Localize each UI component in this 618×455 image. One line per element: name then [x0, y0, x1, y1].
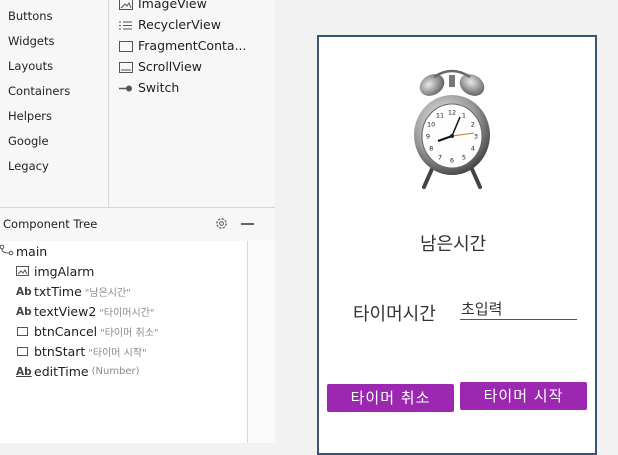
cancel-timer-button[interactable]: 타이머 취소 [327, 384, 454, 412]
tree-node-btnstart[interactable]: btnStart "타이머 시작" [16, 344, 147, 359]
palette-item-recyclerview[interactable]: RecyclerView [119, 17, 221, 32]
image-icon [119, 0, 133, 10]
tree-node-edittime[interactable]: Ab editTime (Number) [16, 364, 140, 379]
device-preview: 12 1 2 3 4 5 6 7 8 9 10 11 남은시간 타이머시간 초입력 타이머 취소 타이… [317, 35, 597, 455]
palette-item-fragmentcontainer[interactable]: FragmentConta... [119, 38, 246, 53]
palette-item-imageview[interactable]: ImageView [119, 0, 207, 11]
component-tree-title: Component Tree [3, 217, 98, 231]
timer-time-label: 타이머시간 [353, 304, 436, 325]
text-icon: Ab [16, 305, 32, 318]
tree-gutter [248, 241, 275, 443]
scroll-icon [119, 61, 133, 73]
palette-item-scrollview[interactable]: ScrollView [119, 59, 202, 74]
palette-item-label: Switch [138, 80, 180, 95]
palette-item-label: ImageView [138, 0, 207, 11]
clock-number: 4 [471, 145, 475, 153]
category-helpers[interactable]: Helpers [8, 109, 52, 123]
clock-number: 1 [462, 112, 466, 120]
palette-item-label: FragmentConta... [138, 38, 247, 53]
category-buttons[interactable]: Buttons [8, 9, 53, 23]
list-icon [119, 19, 133, 30]
edittext-icon: Ab [16, 365, 32, 378]
layout-icon [0, 244, 16, 259]
image-icon [16, 264, 34, 279]
alarm-clock-icon: 12 12 3 45678 9 1011 [414, 69, 490, 189]
category-layouts[interactable]: Layouts [8, 59, 53, 73]
time-input[interactable]: 초입력 [460, 297, 577, 320]
palette-categories: Buttons Widgets Layouts Containers Helpe… [0, 0, 109, 207]
gear-icon[interactable] [214, 216, 229, 235]
start-timer-button[interactable]: 타이머 시작 [460, 382, 587, 410]
component-tree-header: Component Tree [0, 207, 275, 242]
box-icon [119, 40, 133, 52]
text-icon: Ab [16, 285, 32, 298]
category-widgets[interactable]: Widgets [8, 34, 55, 48]
clock-number: 9 [426, 133, 430, 141]
alarm-clock-image[interactable]: 12 1 2 3 4 5 6 7 8 9 10 11 [412, 69, 492, 197]
palette-item-switch[interactable]: Switch [119, 80, 179, 95]
switch-icon [119, 82, 133, 93]
clock-number: 8 [429, 145, 433, 153]
tree-root-main[interactable]: main [0, 244, 47, 259]
tree-node-imgalarm[interactable]: imgAlarm [16, 264, 94, 279]
button-icon [17, 347, 28, 356]
category-containers[interactable]: Containers [8, 84, 70, 98]
clock-number: 6 [450, 157, 454, 165]
clock-number: 2 [471, 121, 475, 129]
tree-node-txttime[interactable]: Ab txtTime "남은시간" [16, 284, 131, 299]
palette-item-label: ScrollView [138, 59, 202, 74]
component-tree: main imgAlarm Ab txtTime "남은시간" Ab textView… [0, 241, 248, 443]
tree-node-textview2[interactable]: Ab textView2 "타이머시간" [16, 304, 155, 319]
palette-item-label: RecyclerView [138, 17, 221, 32]
remaining-time-label: 남은시간 [420, 234, 487, 255]
minimize-icon[interactable] [241, 223, 254, 225]
clock-number: 11 [436, 112, 444, 120]
clock-number: 5 [462, 153, 466, 161]
category-legacy[interactable]: Legacy [8, 159, 49, 173]
clock-number: 12 [448, 109, 456, 117]
tree-node-btncancel[interactable]: btnCancel "타이머 취소" [16, 324, 159, 339]
clock-number: 3 [474, 133, 478, 141]
time-input-placeholder: 초입력 [461, 300, 503, 318]
clock-number: 7 [438, 153, 442, 161]
palette-panel: Buttons Widgets Layouts Containers Helpe… [0, 0, 275, 207]
category-google[interactable]: Google [8, 134, 49, 148]
button-icon [17, 327, 28, 336]
clock-number: 10 [427, 121, 435, 129]
